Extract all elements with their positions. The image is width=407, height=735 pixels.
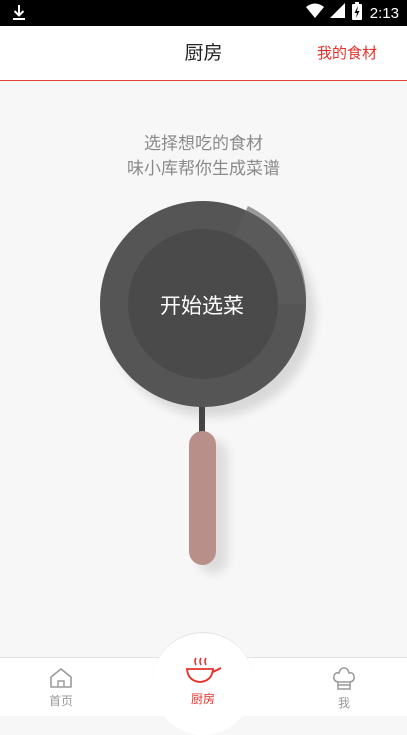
wok-icon — [163, 655, 243, 690]
start-choosing-button[interactable]: 开始选菜 — [102, 286, 302, 326]
chef-hat-icon — [304, 667, 384, 694]
tab-home[interactable]: 首页 — [21, 667, 101, 709]
tab-kitchen[interactable]: 厨房 — [163, 655, 243, 707]
tab-me[interactable]: 我 — [304, 667, 384, 711]
tab-me-label: 我 — [337, 696, 350, 710]
pan-handle — [189, 431, 216, 565]
tab-home-label: 首页 — [48, 694, 73, 708]
home-icon — [21, 667, 101, 692]
tab-kitchen-label: 厨房 — [190, 692, 215, 706]
